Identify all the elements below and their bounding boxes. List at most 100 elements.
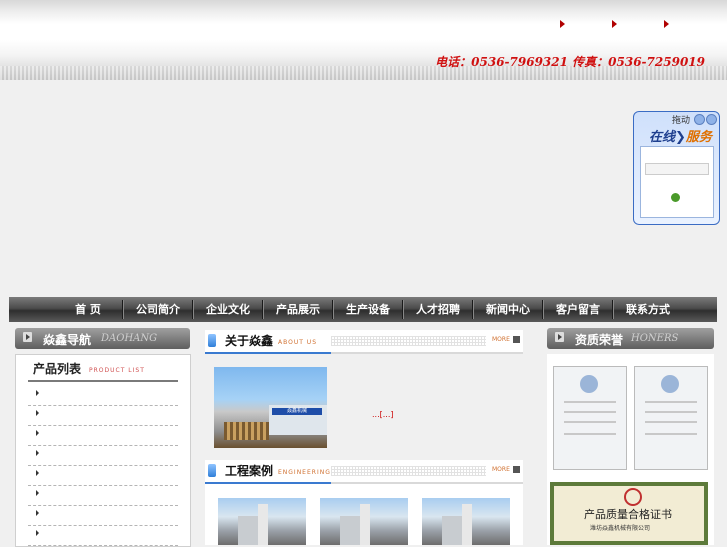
cert-line <box>645 433 697 435</box>
list-item[interactable] <box>28 445 178 466</box>
section-icon <box>208 334 216 347</box>
service-title-online: 在线 <box>649 130 676 145</box>
company-photo[interactable]: 焱鑫机械 <box>214 367 327 448</box>
top-link-arrow-icon[interactable] <box>612 20 617 28</box>
cert-line <box>564 421 616 423</box>
more-arrow-icon <box>512 466 520 473</box>
bullet-icon <box>36 450 39 456</box>
section-icon <box>208 464 216 477</box>
nav-separator <box>472 300 473 319</box>
seal-icon <box>580 375 598 393</box>
top-link-arrow-icon[interactable] <box>664 20 669 28</box>
cases-title: 工程案例 <box>225 464 274 478</box>
more-label: MORE <box>492 466 510 473</box>
company-sign: 焱鑫机械 <box>272 408 322 415</box>
nav-item[interactable]: 企业文化 <box>195 297 261 322</box>
nav-separator <box>332 300 333 319</box>
quality-certificate[interactable]: 产品质量合格证书 潍坊焱鑫机械有限公司 <box>550 482 708 545</box>
cases-header: 工程案例 ENGINEERING MORE <box>205 460 523 484</box>
cert-line <box>564 433 616 435</box>
cert-line <box>564 401 616 403</box>
emblem-icon <box>624 488 642 506</box>
certificate-image[interactable] <box>553 366 627 470</box>
nav-item[interactable]: 客户留言 <box>545 297 611 322</box>
more-arrow-icon <box>512 336 520 343</box>
close-icon[interactable] <box>706 114 717 125</box>
right-header: 资质荣誉 HONERS <box>547 328 714 349</box>
quality-title: 产品质量合格证书 <box>584 508 672 521</box>
nav-item[interactable]: 首 页 <box>55 297 121 322</box>
online-service-widget[interactable]: 拖动 在线❯服务 <box>633 111 720 225</box>
case-photo[interactable] <box>422 498 510 545</box>
bullet-icon <box>36 510 39 516</box>
tower-shape <box>360 504 370 545</box>
list-item[interactable] <box>28 525 178 546</box>
nav-item[interactable]: 人才招聘 <box>405 297 471 322</box>
nav-separator <box>612 300 613 319</box>
cert-line <box>564 411 616 413</box>
arrow-icon <box>555 332 564 342</box>
bullet-icon <box>36 390 39 396</box>
list-item[interactable] <box>28 505 178 526</box>
plant-shape <box>340 516 362 545</box>
quality-company: 潍坊焱鑫机械有限公司 <box>590 525 651 532</box>
nav-separator <box>542 300 543 319</box>
more-label: MORE <box>492 336 510 343</box>
divider <box>28 380 178 382</box>
case-photo[interactable] <box>218 498 306 545</box>
minimize-icon[interactable] <box>694 114 705 125</box>
more-link[interactable]: MORE <box>492 466 520 473</box>
product-list-title-en: PRODUCT LIST <box>89 367 145 374</box>
top-banner: 电话：0536-7969321 传真：0536-7259019 <box>0 0 727 80</box>
top-link-arrow-icon[interactable] <box>560 20 565 28</box>
nav-item[interactable]: 产品展示 <box>265 297 331 322</box>
plant-shape <box>238 516 260 545</box>
bullet-icon <box>36 490 39 496</box>
nav-separator <box>402 300 403 319</box>
seal-icon <box>661 375 679 393</box>
top-links <box>560 20 710 34</box>
left-header-en: DAOHANG <box>101 333 158 344</box>
cert-line <box>645 421 697 423</box>
list-item[interactable] <box>28 405 178 426</box>
about-text[interactable]: ...[...] <box>372 410 394 419</box>
service-input[interactable] <box>645 163 709 175</box>
nav-item[interactable]: 新闻中心 <box>475 297 541 322</box>
list-item[interactable] <box>28 485 178 506</box>
drag-label[interactable]: 拖动 <box>672 113 690 126</box>
certificate-image[interactable] <box>634 366 708 470</box>
bullet-icon <box>36 430 39 436</box>
decorative-pattern <box>331 466 486 476</box>
left-header: 焱鑫导航 DAOHANG <box>15 328 190 349</box>
service-box <box>640 146 714 218</box>
cases-gallery <box>205 484 523 545</box>
cert-line <box>645 411 697 413</box>
cert-line <box>645 401 697 403</box>
header-underline <box>205 352 331 354</box>
qq-status-icon[interactable] <box>671 193 680 202</box>
product-list-panel: 产品列表 PRODUCT LIST <box>15 354 191 547</box>
tower-shape <box>462 504 472 545</box>
honors-panel: 产品质量合格证书 潍坊焱鑫机械有限公司 <box>547 354 714 545</box>
service-title: 在线❯服务 <box>649 130 712 145</box>
right-header-title: 资质荣誉 <box>575 333 624 347</box>
more-link[interactable]: MORE <box>492 336 520 343</box>
list-item[interactable] <box>28 425 178 446</box>
nav-item[interactable]: 联系方式 <box>615 297 681 322</box>
list-item[interactable] <box>28 385 178 406</box>
nav-separator <box>122 300 123 319</box>
nav-item[interactable]: 公司简介 <box>125 297 191 322</box>
plant-shape <box>442 516 464 545</box>
case-photo[interactable] <box>320 498 408 545</box>
gate-shape <box>224 422 269 440</box>
cases-title-en: ENGINEERING <box>278 469 331 476</box>
nav-separator <box>262 300 263 319</box>
main-nav: 首 页公司简介 企业文化 产品展示 生产设备 人才招聘 新闻中心 客户留言 联系方式 <box>9 297 717 322</box>
service-title-service: 服务 <box>685 130 712 145</box>
nav-item[interactable]: 生产设备 <box>335 297 401 322</box>
about-title: 关于焱鑫 <box>225 334 274 348</box>
decorative-pattern <box>331 336 486 346</box>
contact-info: 电话：0536-7969321 传真：0536-7259019 <box>435 55 705 69</box>
bullet-icon <box>36 530 39 536</box>
list-item[interactable] <box>28 465 178 486</box>
